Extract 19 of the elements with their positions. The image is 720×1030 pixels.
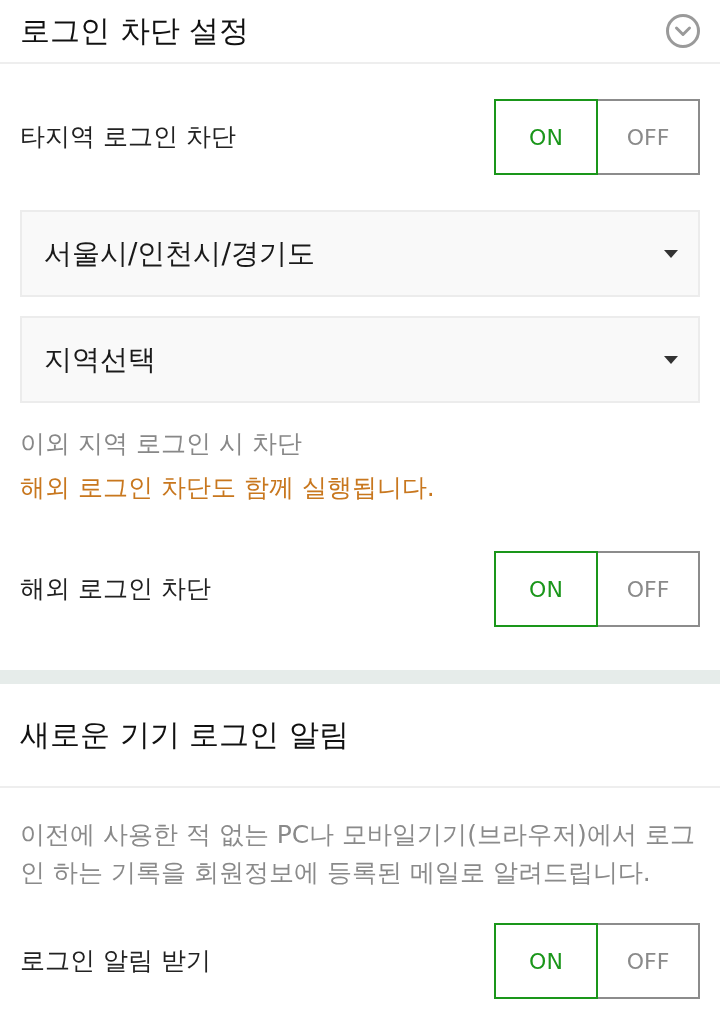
setting-label: 타지역 로그인 차단 — [20, 121, 236, 154]
segment-button[interactable]: ON — [494, 551, 598, 627]
caret-down-icon — [664, 355, 678, 364]
note-text: 이외 지역 로그인 시 차단 — [20, 428, 303, 460]
caret-down-icon — [664, 249, 678, 258]
setting-label: 로그인 알림 받기 — [20, 945, 211, 978]
note-text: 해외 로그인 차단도 함께 실행됩니다. — [20, 472, 436, 504]
segment-button[interactable]: ON — [494, 923, 598, 999]
chevron-down-icon[interactable] — [666, 14, 700, 48]
description-text: 이전에 사용한 적 없는 PC나 모바일기기(브라우저)에서 로그인 하는 기록을 회원정보에 등록된 메일로 알려드립니다. — [20, 819, 696, 889]
segment-button[interactable]: OFF — [596, 551, 700, 627]
segment-button[interactable]: OFF — [596, 99, 700, 175]
segment-button[interactable]: ON — [494, 99, 598, 175]
region-dropdown[interactable]: 서울시/인천시/경기도 — [20, 210, 700, 297]
section-title: 로그인 차단 설정 — [20, 13, 250, 49]
segment-button[interactable]: OFF — [596, 923, 700, 999]
region-dropdown[interactable]: 지역선택 — [20, 316, 700, 403]
section-title: 새로운 기기 로그인 알림 — [20, 717, 349, 753]
setting-label: 해외 로그인 차단 — [20, 573, 211, 606]
